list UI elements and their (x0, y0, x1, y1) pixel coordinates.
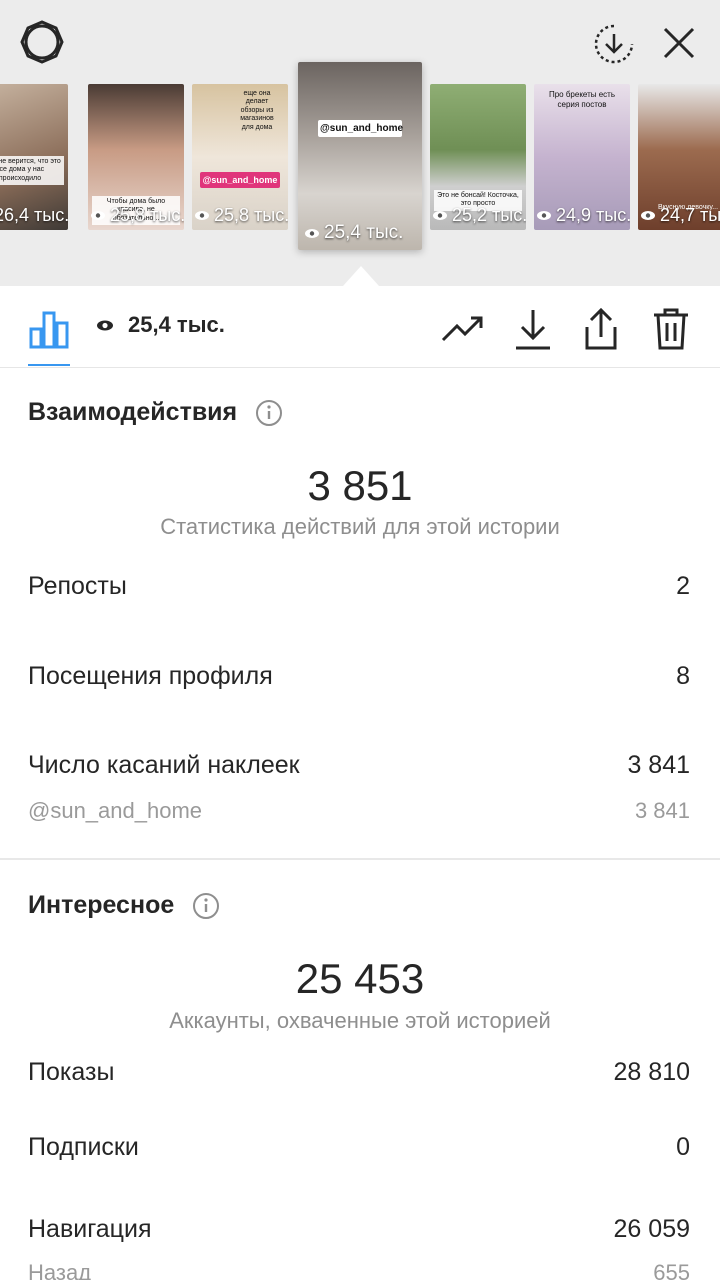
metric-value: 655 (653, 1260, 690, 1280)
discovery-total: 25 453 (295, 955, 425, 1002)
metric-label: @sun_and_home (28, 798, 203, 823)
story-thumbnail[interactable]: Про брекеты есть серия постов 24,9 тыс. (534, 84, 630, 230)
download-icon[interactable] (510, 306, 556, 352)
story-views: 25,2 тыс. (432, 205, 526, 226)
metric-row: Посещения профиля 8 (28, 662, 690, 691)
story-views: 25,8 тыс. (194, 205, 288, 226)
views-count: 25,4 тыс. (128, 312, 225, 337)
info-icon[interactable] (192, 892, 220, 920)
story-views-count: 25,8 тыс. (214, 205, 288, 225)
eye-icon (97, 320, 113, 330)
toolbar-views: 25,4 тыс. (96, 312, 225, 338)
metric-label: Навигация (28, 1215, 152, 1243)
story-views-count: 25,2 тыс. (452, 205, 526, 225)
share-icon[interactable] (578, 306, 624, 352)
close-icon[interactable] (656, 20, 702, 66)
story-thumbnail[interactable]: Даже не верится, что это все дома у нас … (0, 84, 68, 230)
metric-value: 3 841 (627, 751, 690, 779)
interactions-total: 3 851 (307, 462, 413, 509)
trash-icon[interactable] (648, 306, 694, 352)
story-thumbnail[interactable]: Вкусную девочку... 24,7 тыс. (638, 84, 720, 230)
metric-value: 3 841 (634, 798, 690, 823)
metric-label: Число касаний наклеек (28, 751, 300, 779)
eye-icon (433, 211, 447, 220)
story-thumbnail[interactable]: Это не бонсай! Косточка, это просто 25,2… (430, 84, 526, 230)
selection-pointer (343, 266, 379, 286)
story-thumbnail[interactable]: еще она делает обзоры из магазинов для д… (192, 84, 288, 230)
interactions-section-title: Взаимодействия (28, 398, 283, 427)
metric-label: Назад (28, 1260, 92, 1280)
trend-icon[interactable] (440, 306, 486, 352)
section-title-text: Взаимодействия (28, 398, 238, 426)
sticker-metric-row: @sun_and_home 3 841 (28, 798, 690, 824)
story-mention-tag: @sun_and_home (200, 172, 280, 188)
metric-label: Репосты (28, 572, 127, 600)
story-views: 25,4 тыс. (304, 222, 403, 244)
eye-icon (195, 211, 209, 220)
story-views: 24,9 тыс. (536, 205, 630, 226)
story-views: 24,7 тыс. (640, 205, 720, 226)
story-views: 26,4 тыс. (0, 205, 68, 226)
story-mention-tag: @sun_and_home (318, 120, 403, 137)
metric-value: 0 (676, 1133, 690, 1161)
active-tab-indicator (28, 364, 70, 366)
story-thumbnail[interactable]: Чтобы дома было красиво, не обязательно.… (88, 84, 184, 230)
story-views-count: 25,8 тыс. (110, 205, 184, 225)
metric-row: Число касаний наклеек 3 841 (28, 751, 690, 780)
story-caption: еще она делает обзоры из магазинов для д… (240, 90, 274, 131)
gear-icon[interactable] (18, 18, 66, 66)
eye-icon (641, 211, 655, 220)
download-circle-icon[interactable] (590, 20, 638, 68)
metric-value: 26 059 (613, 1215, 690, 1243)
interactions-subtitle: Статистика действий для этой истории (160, 514, 560, 539)
metric-row: Репосты 2 (28, 572, 690, 601)
story-views-count: 24,7 тыс. (660, 205, 720, 225)
eye-icon (537, 211, 551, 220)
metric-value: 2 (676, 572, 690, 600)
story-caption: Про брекеты есть серия постов (548, 90, 616, 109)
story-caption: Даже не верится, что это все дома у нас … (0, 156, 64, 186)
metric-label: Показы (28, 1058, 115, 1086)
metric-sub-row: Назад 655 (28, 1260, 690, 1280)
story-views-count: 25,4 тыс. (324, 222, 404, 243)
info-icon[interactable] (255, 399, 283, 427)
discovery-subtitle: Аккаунты, охваченные этой историей (169, 1008, 551, 1033)
story-views-count: 24,9 тыс. (556, 205, 630, 225)
metric-value: 28 810 (613, 1058, 690, 1086)
stories-carousel[interactable]: Даже не верится, что это все дома у нас … (0, 62, 720, 282)
metric-value: 8 (676, 662, 690, 690)
discovery-section-title: Интересное (28, 891, 220, 920)
story-views-count: 26,4 тыс. (0, 205, 68, 225)
eye-icon (91, 211, 105, 220)
metric-row: Показы 28 810 (28, 1058, 690, 1087)
section-divider (0, 858, 720, 860)
metric-row: Подписки 0 (28, 1133, 690, 1162)
story-toolbar: 25,4 тыс. (0, 286, 720, 368)
metric-label: Подписки (28, 1133, 139, 1161)
metric-label: Посещения профиля (28, 662, 273, 690)
metric-row: Навигация 26 059 (28, 1215, 690, 1244)
story-strip-area: Даже не верится, что это все дома у нас … (0, 0, 720, 286)
bar-chart-icon[interactable] (26, 306, 72, 352)
story-views: 25,8 тыс. (90, 205, 184, 226)
story-thumbnail-selected[interactable]: @sun_and_home 25,4 тыс. (298, 62, 422, 250)
section-title-text: Интересное (28, 891, 175, 919)
eye-icon (305, 228, 319, 238)
